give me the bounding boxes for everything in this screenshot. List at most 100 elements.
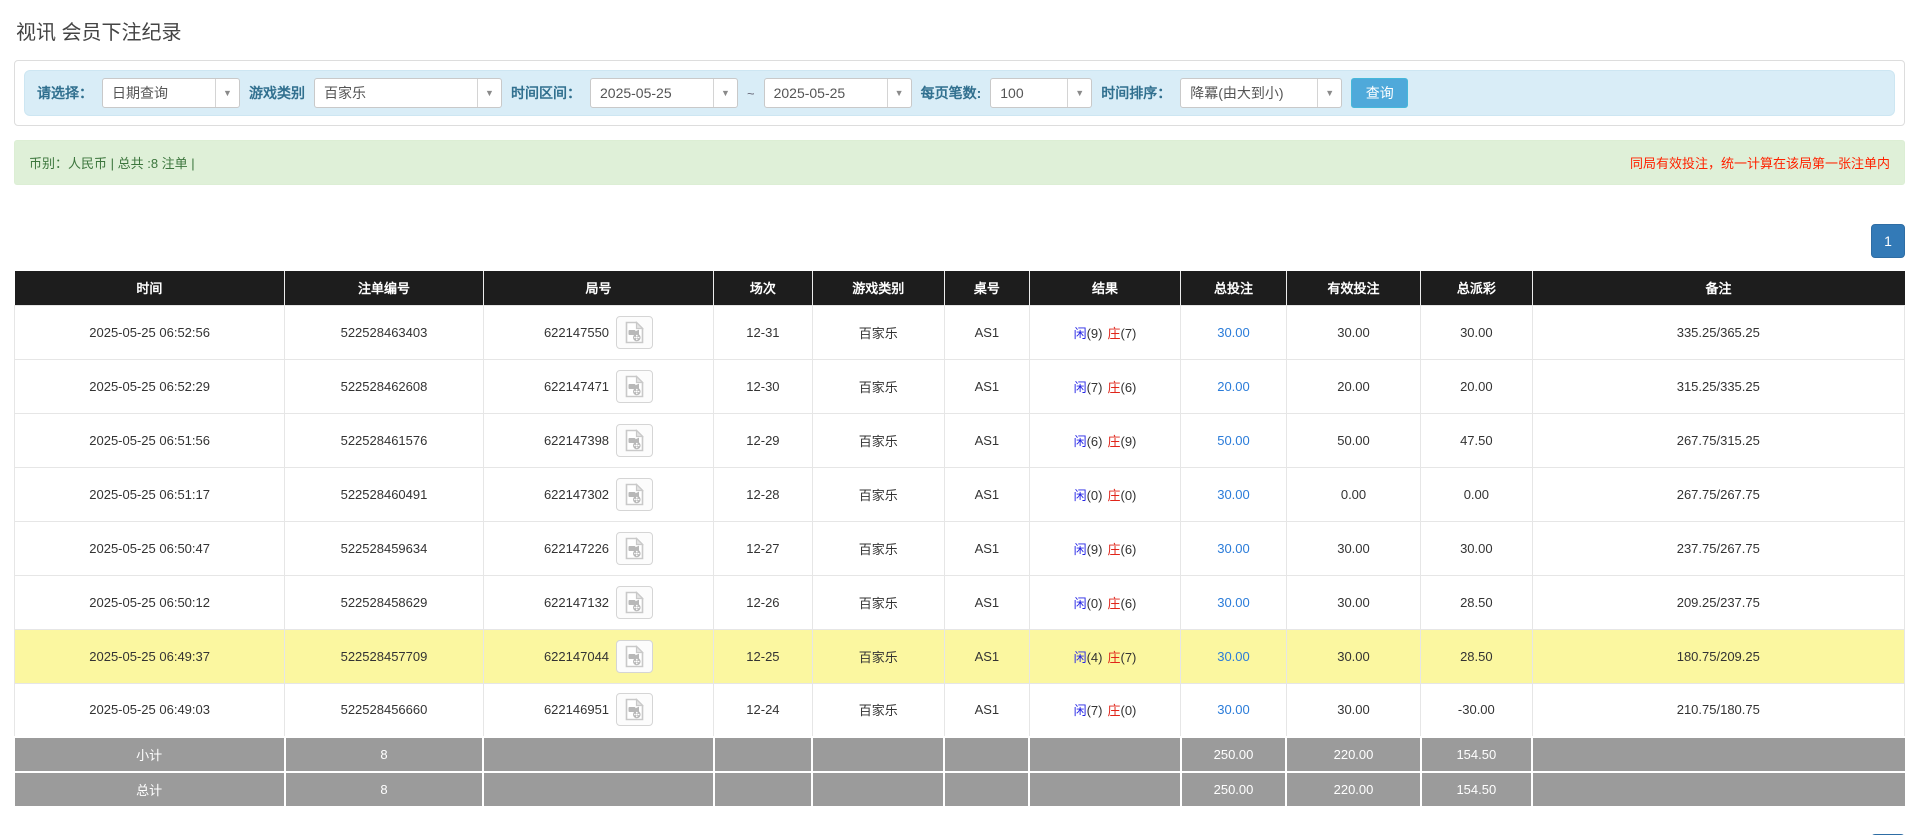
- valid-bet-note: 同局有效投注，统一计算在该局第一张注单内: [1630, 153, 1890, 172]
- cell-result: 闲(7) 庄(6): [1029, 359, 1180, 413]
- column-header-8: 有效投注: [1286, 271, 1420, 305]
- cell-time: 2025-05-25 06:50:12: [15, 575, 285, 629]
- empty-cell: [483, 737, 714, 772]
- total-bet-link[interactable]: 30.00: [1217, 325, 1250, 340]
- video-replay-icon: [624, 375, 645, 398]
- chevron-down-icon: ▼: [887, 79, 911, 107]
- cell-session: 12-25: [714, 629, 812, 683]
- cell-total-bet: 30.00: [1181, 467, 1287, 521]
- total-label: 总计: [15, 772, 285, 807]
- filter-panel: 请选择： 日期查询 ▼ 游戏类别 百家乐 ▼ 时间区间： 2025-05-25 …: [14, 60, 1905, 126]
- video-replay-button[interactable]: [616, 478, 653, 511]
- cell-payout: 47.50: [1421, 413, 1533, 467]
- total-bet-link[interactable]: 30.00: [1217, 487, 1250, 502]
- result-player-label: 闲: [1074, 650, 1087, 665]
- result-banker-label: 庄: [1107, 596, 1120, 611]
- cell-total-bet: 30.00: [1181, 683, 1287, 737]
- empty-cell: [1029, 772, 1180, 807]
- result-player-score: (9): [1087, 326, 1103, 341]
- column-header-6: 结果: [1029, 271, 1180, 305]
- date-to-select[interactable]: 2025-05-25 ▼: [764, 78, 912, 108]
- subtotal-valid-bet: 220.00: [1286, 737, 1420, 772]
- cell-note: 209.25/237.75: [1532, 575, 1904, 629]
- empty-cell: [812, 772, 944, 807]
- table-row: 2025-05-25 06:51:17522528460491 622147302…: [15, 467, 1905, 521]
- total-bet-link[interactable]: 30.00: [1217, 595, 1250, 610]
- query-type-select[interactable]: 日期查询 ▼: [102, 78, 240, 108]
- column-header-0: 时间: [15, 271, 285, 305]
- cell-session: 12-31: [714, 305, 812, 359]
- query-type-label: 请选择：: [37, 83, 93, 103]
- video-replay-button[interactable]: [616, 693, 653, 726]
- cell-result: 闲(9)庄(7): [1029, 305, 1180, 359]
- game-category-select[interactable]: 百家乐 ▼: [314, 78, 502, 108]
- table-row: 2025-05-25 06:52:29522528462608622147471…: [15, 359, 1905, 413]
- page-button-1[interactable]: 1: [1871, 224, 1905, 258]
- per-page-select[interactable]: 100 ▼: [990, 78, 1092, 108]
- cell-table-no: AS1: [944, 305, 1029, 359]
- round-number: 622147132: [544, 595, 609, 610]
- total-bet-link[interactable]: 30.00: [1217, 702, 1250, 717]
- cell-bet-id: 522528460491: [285, 467, 483, 521]
- column-header-10: 备注: [1532, 271, 1904, 305]
- column-header-4: 游戏类别: [812, 271, 944, 305]
- result-player-score: (7): [1087, 380, 1103, 395]
- result-banker-score: (0): [1121, 703, 1137, 718]
- table-row: 2025-05-25 06:49:03522528456660622146951…: [15, 683, 1905, 737]
- round-wrap: 622147471: [544, 370, 653, 403]
- result-player-label: 闲: [1074, 380, 1087, 395]
- result-player-label: 闲: [1074, 542, 1087, 557]
- range-separator: ~: [747, 86, 755, 101]
- result-player-score: (0): [1087, 596, 1103, 611]
- cell-valid-bet: 30.00: [1286, 521, 1420, 575]
- cell-table-no: AS1: [944, 467, 1029, 521]
- result-banker-label: 庄: [1107, 380, 1120, 395]
- subtotal-label: 小计: [15, 737, 285, 772]
- total-bet-link[interactable]: 30.00: [1217, 541, 1250, 556]
- date-from-select[interactable]: 2025-05-25 ▼: [590, 78, 738, 108]
- total-note: [1532, 772, 1904, 807]
- total-bet-link[interactable]: 20.00: [1217, 379, 1250, 394]
- video-replay-button[interactable]: [616, 424, 653, 457]
- cell-time: 2025-05-25 06:51:56: [15, 413, 285, 467]
- game-category-label: 游戏类别: [249, 83, 305, 103]
- cell-payout: 30.00: [1421, 521, 1533, 575]
- column-header-3: 场次: [714, 271, 812, 305]
- video-replay-button[interactable]: [616, 370, 653, 403]
- cell-session: 12-27: [714, 521, 812, 575]
- cell-round: 622147398: [483, 413, 714, 467]
- result-banker-score: (7): [1121, 326, 1137, 341]
- cell-result: 闲(4)庄(7): [1029, 629, 1180, 683]
- result-banker-label: 庄: [1107, 326, 1120, 341]
- total-bet-link[interactable]: 50.00: [1217, 433, 1250, 448]
- video-replay-icon: [624, 321, 645, 344]
- video-replay-button[interactable]: [616, 586, 653, 619]
- round-number: 622147471: [544, 379, 609, 394]
- cell-result: 闲(0)庄(6): [1029, 575, 1180, 629]
- chevron-down-icon: ▼: [713, 79, 737, 107]
- result-banker-score: (6): [1121, 380, 1137, 395]
- cell-bet-id: 522528462608: [285, 359, 483, 413]
- cell-note: 237.75/267.75: [1532, 521, 1904, 575]
- cell-table-no: AS1: [944, 413, 1029, 467]
- total-bet-link[interactable]: 30.00: [1217, 649, 1250, 664]
- chevron-down-icon: ▼: [215, 79, 239, 107]
- cell-total-bet: 30.00: [1181, 305, 1287, 359]
- total-valid-bet: 220.00: [1286, 772, 1420, 807]
- table-row: 2025-05-25 06:50:47522528459634622147226…: [15, 521, 1905, 575]
- round-number: 622147398: [544, 433, 609, 448]
- result-banker-score: (6): [1121, 596, 1137, 611]
- video-replay-button[interactable]: [616, 532, 653, 565]
- video-replay-button[interactable]: [616, 316, 653, 349]
- search-button[interactable]: 查询: [1351, 78, 1408, 108]
- video-replay-icon: [624, 698, 645, 721]
- per-page-label: 每页笔数:: [921, 83, 982, 103]
- table-row: 2025-05-25 06:52:56522528463403622147550…: [15, 305, 1905, 359]
- video-replay-button[interactable]: [616, 640, 653, 673]
- cell-result: 闲(9)庄(6): [1029, 521, 1180, 575]
- cell-total-bet: 30.00: [1181, 629, 1287, 683]
- cell-payout: -30.00: [1421, 683, 1533, 737]
- time-sort-select[interactable]: 降冪(由大到小) ▼: [1180, 78, 1342, 108]
- cell-time: 2025-05-25 06:51:17: [15, 467, 285, 521]
- round-number: 622147302: [544, 487, 609, 502]
